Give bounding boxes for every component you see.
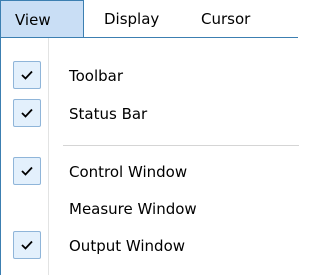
menu-cursor[interactable]: Cursor bbox=[201, 0, 250, 38]
screen: View Display Cursor Toolbar Status Bar C… bbox=[0, 0, 299, 275]
menu-bar: View Display Cursor bbox=[0, 0, 298, 38]
menu-view[interactable]: View bbox=[0, 0, 84, 38]
menu-display[interactable]: Display bbox=[104, 0, 159, 38]
menu-item-label: Status Bar bbox=[69, 105, 148, 123]
checkmark-icon bbox=[13, 99, 41, 127]
menu-item-label: Toolbar bbox=[69, 67, 124, 85]
menu-item-label: Output Window bbox=[69, 237, 186, 255]
checkmark-icon bbox=[13, 231, 41, 259]
menu-separator bbox=[63, 145, 299, 146]
menu-item-status-bar[interactable]: Status Bar bbox=[1, 96, 299, 132]
menu-item-label: Control Window bbox=[69, 163, 188, 181]
menu-item-measure-window[interactable]: Measure Window bbox=[1, 191, 299, 227]
menu-item-label: Measure Window bbox=[69, 200, 197, 218]
view-dropdown-menu: Toolbar Status Bar Control Window Measur… bbox=[0, 37, 299, 275]
menu-item-output-window[interactable]: Output Window bbox=[1, 228, 299, 264]
menu-item-toolbar[interactable]: Toolbar bbox=[1, 58, 299, 94]
checkmark-icon bbox=[13, 61, 41, 89]
checkmark-icon bbox=[13, 157, 41, 185]
menu-item-control-window[interactable]: Control Window bbox=[1, 154, 299, 190]
